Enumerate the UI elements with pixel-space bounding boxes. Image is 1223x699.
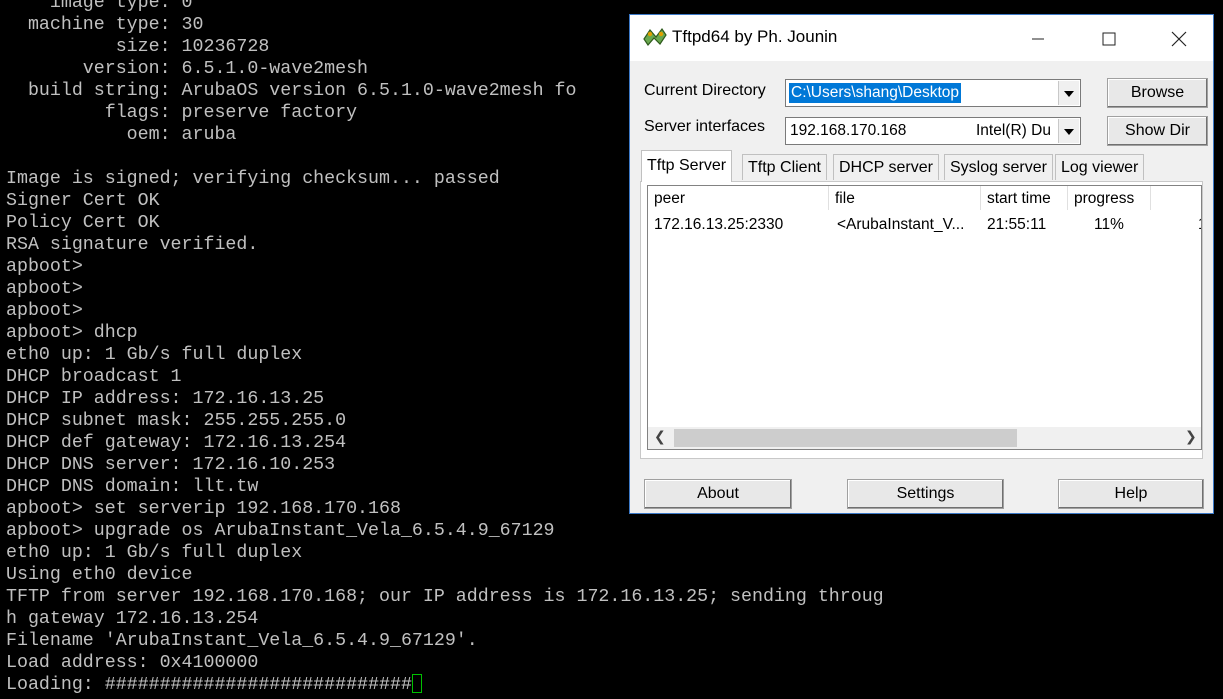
terminal-line: eth0 up: 1 Gb/s full duplex [6, 543, 303, 563]
window-title: Tftpd64 by Ph. Jounin [672, 27, 838, 46]
terminal-line: h gateway 172.16.13.254 [6, 609, 259, 629]
close-button[interactable] [1156, 15, 1202, 61]
minimize-icon [1032, 38, 1044, 40]
terminal-line: image type: 0 [6, 0, 193, 13]
terminal-line: Policy Cert OK [6, 213, 160, 233]
transfer-list[interactable]: peer file start time progress 172.16.13.… [647, 185, 1202, 450]
terminal-line: version: 6.5.1.0-wave2mesh [6, 59, 369, 79]
terminal-line: Image is signed; verifying checksum... p… [6, 169, 500, 189]
horizontal-scrollbar[interactable]: ❮ ❯ [648, 427, 1201, 449]
maximize-button[interactable] [1086, 15, 1132, 61]
scrollbar-thumb[interactable] [674, 429, 1017, 447]
show-dir-button[interactable]: Show Dir [1107, 116, 1208, 146]
terminal-line: apboot> [6, 301, 83, 321]
row-file: <ArubaInstant_V... [837, 216, 965, 233]
terminal-line: DHCP subnet mask: 255.255.255.0 [6, 411, 347, 431]
row-progress: 11% [1094, 216, 1124, 233]
server-interfaces-label: Server interfaces [644, 118, 765, 135]
browse-button[interactable]: Browse [1107, 78, 1208, 108]
terminal-line: Using eth0 device [6, 565, 193, 585]
terminal-line: Filename 'ArubaInstant_Vela_6.5.4.9_6712… [6, 631, 478, 651]
terminal-line: DHCP def gateway: 172.16.13.254 [6, 433, 347, 453]
terminal-line: eth0 up: 1 Gb/s full duplex [6, 345, 303, 365]
column-header-file[interactable]: file [829, 186, 981, 210]
terminal-line: size: 10236728 [6, 37, 270, 57]
settings-button[interactable]: Settings [847, 479, 1004, 509]
chevron-down-icon[interactable] [1058, 81, 1079, 105]
tab-syslog-server[interactable]: Syslog server [944, 154, 1053, 180]
app-icon [643, 27, 667, 46]
terminal-line: Loading: ############################ [6, 674, 422, 696]
terminal-line: DHCP broadcast 1 [6, 367, 182, 387]
terminal-line: DHCP DNS server: 172.16.10.253 [6, 455, 336, 475]
chevron-right-icon[interactable]: ❯ [1185, 428, 1197, 445]
column-header-peer[interactable]: peer [648, 186, 829, 210]
tftpd64-window[interactable]: Tftpd64 by Ph. Jounin Current Directory … [629, 14, 1214, 514]
tab-tftp-server[interactable]: Tftp Server [641, 150, 733, 182]
tab-tftp-client[interactable]: Tftp Client [742, 154, 827, 180]
tftp-server-panel: peer file start time progress 172.16.13.… [640, 181, 1203, 459]
current-directory-value: C:\Users\shang\Desktop [789, 83, 961, 103]
terminal-line: oem: aruba [6, 125, 237, 145]
terminal-line: Load address: 0x4100000 [6, 653, 259, 673]
terminal-line: apboot> [6, 279, 83, 299]
row-peer: 172.16.13.25:2330 [654, 216, 784, 233]
terminal-line: machine type: 30 [6, 15, 204, 35]
maximize-icon [1102, 32, 1116, 46]
column-header-start-time[interactable]: start time [981, 186, 1068, 210]
terminal-line: DHCP IP address: 172.16.13.25 [6, 389, 325, 409]
column-header-progress[interactable]: progress [1068, 186, 1151, 210]
server-interface-name: Intel(R) Du [976, 122, 1051, 139]
row-extra: 1 [1198, 216, 1201, 234]
terminal-cursor [411, 674, 422, 693]
terminal-line: flags: preserve factory [6, 103, 358, 123]
server-interfaces-combo[interactable]: 192.168.170.168 Intel(R) Du [785, 117, 1081, 145]
chevron-left-icon[interactable]: ❮ [654, 428, 666, 445]
column-header-extra[interactable] [1151, 186, 1201, 210]
chevron-down-icon[interactable] [1058, 119, 1079, 143]
terminal-line: apboot> set serverip 192.168.170.168 [6, 499, 401, 519]
minimize-button[interactable] [1015, 15, 1061, 61]
terminal-line: apboot> upgrade os ArubaInstant_Vela_6.5… [6, 521, 555, 541]
title-bar[interactable]: Tftpd64 by Ph. Jounin [630, 15, 1213, 61]
current-directory-combo[interactable]: C:\Users\shang\Desktop [785, 79, 1081, 107]
terminal-line: apboot> [6, 257, 83, 277]
close-icon [1171, 31, 1187, 47]
help-button[interactable]: Help [1058, 479, 1204, 509]
row-start-time: 21:55:11 [987, 216, 1047, 233]
terminal-line: RSA signature verified. [6, 235, 259, 255]
about-button[interactable]: About [644, 479, 792, 509]
terminal-line: DHCP DNS domain: llt.tw [6, 477, 259, 497]
terminal-line: TFTP from server 192.168.170.168; our IP… [6, 587, 884, 607]
tab-dhcp-server[interactable]: DHCP server [833, 154, 939, 180]
server-interface-ip: 192.168.170.168 [790, 122, 907, 139]
terminal-line: apboot> dhcp [6, 323, 138, 343]
terminal-line: Signer Cert OK [6, 191, 160, 211]
current-directory-label: Current Directory [644, 82, 766, 99]
tab-log-viewer[interactable]: Log viewer [1055, 154, 1145, 180]
terminal-line: build string: ArubaOS version 6.5.1.0-wa… [6, 81, 577, 101]
